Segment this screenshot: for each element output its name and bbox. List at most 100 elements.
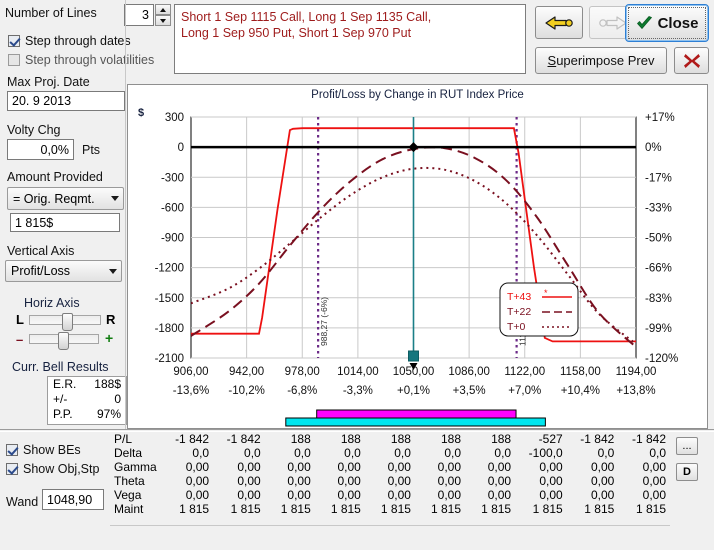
step-through-dates-checkbox[interactable]: Step through dates: [8, 34, 131, 48]
position-line-1: Short 1 Sep 1115 Call, Long 1 Sep 1135 C…: [181, 10, 432, 24]
show-bes-checkbox[interactable]: Show BEs: [6, 443, 81, 457]
amount-provided-value: = Orig. Reqmt.: [13, 191, 95, 206]
greeks-cell: 0,00: [642, 474, 666, 488]
table-row: Gamma 0,00 0,00 0,00 0,00 0,00 0,00 0,00 0,00 0,0…: [110, 460, 670, 474]
zoom-slider[interactable]: [29, 332, 99, 350]
greeks-cell: 1 815: [481, 502, 512, 516]
greeks-divider: [0, 429, 714, 430]
greeks-cell: 0,00: [437, 474, 462, 488]
detail-label: D: [683, 466, 691, 478]
y-axis-tick-label: -300: [161, 172, 184, 184]
y2-axis-tick-label: 0%: [645, 142, 662, 154]
horiz-axis-slider[interactable]: [29, 313, 101, 331]
greeks-cell: 0,0: [597, 446, 615, 460]
y-axis-tick-label: -2100: [155, 353, 184, 365]
greeks-cell: 0,00: [337, 460, 361, 474]
number-of-lines-label: Number of Lines: [5, 6, 97, 20]
objective-stop-bars: [285, 409, 546, 427]
bell-result-value: 188$: [94, 377, 121, 391]
x-axis-pct-label: +7,0%: [508, 385, 541, 397]
max-proj-date-input[interactable]: 20. 9 2013: [7, 91, 125, 111]
greeks-cell: 0,0: [294, 446, 311, 460]
greeks-cell: -1 842: [631, 432, 666, 446]
x-axis-tick-label: 1122,00: [504, 366, 545, 378]
cancel-button[interactable]: [674, 47, 709, 74]
greeks-row-label: Maint: [114, 502, 144, 516]
zoom-in-label[interactable]: +: [105, 330, 113, 346]
table-row: Maint 1 815 1 815 1 815 1 815 1 815 1 815 1 815…: [110, 502, 670, 516]
spinner-up-button[interactable]: [155, 4, 171, 15]
checkbox-box: [6, 463, 18, 475]
slider-thumb[interactable]: [58, 332, 69, 350]
zoom-out-label[interactable]: –: [16, 332, 23, 347]
wand-input[interactable]: 1048,90: [42, 489, 104, 510]
bell-result-value: 97%: [96, 407, 121, 421]
table-row: Delta 0,0 0,0 0,0 0,0 0,0 0,0 0,0 -100,0 0,0 0,0: [110, 446, 670, 460]
chart-title: Profit/Loss by Change in RUT Index Price: [311, 89, 524, 101]
greeks-cell: 188: [390, 432, 411, 446]
greeks-cell: 1 815: [532, 502, 563, 516]
x-mark-icon: [683, 53, 700, 68]
spinner-down-button[interactable]: [155, 15, 171, 26]
close-button-label: Close: [657, 14, 699, 32]
slider-thumb[interactable]: [62, 313, 73, 331]
legend-label-Tplus22: T+22: [507, 306, 531, 318]
greeks-row-label: Delta: [114, 446, 143, 460]
check-icon: [636, 15, 652, 29]
y2-axis-tick-label: -50%: [645, 233, 672, 245]
amount-value-input[interactable]: 1 815$: [10, 213, 120, 232]
superimpose-prev-button[interactable]: Superimpose Prev: [535, 47, 667, 74]
y-axis-tick-label: -1500: [155, 293, 184, 305]
step-through-volatilities-checkbox[interactable]: Step through volatilities: [8, 53, 154, 67]
number-of-lines-spinner[interactable]: [155, 4, 171, 26]
x-axis-pct-label: +13,8%: [616, 385, 655, 397]
step-through-dates-label: Step through dates: [25, 34, 131, 48]
greeks-cell: 0,00: [287, 474, 311, 488]
more-options-button[interactable]: ...: [676, 437, 698, 455]
y-axis-tick-label: -600: [161, 202, 184, 214]
legend-label-Tplus0: T+0: [507, 321, 526, 333]
checkbox-box: [6, 444, 18, 456]
vertical-axis-select[interactable]: Profit/Loss: [5, 260, 122, 282]
greeks-row-label: Theta: [114, 474, 145, 488]
volty-chg-label: Volty Chg: [7, 123, 61, 137]
x-axis-pct-label: +3,5%: [453, 385, 486, 397]
x-axis-tick-label: 1158,00: [560, 366, 601, 378]
x-axis-pct-label: +10,4%: [561, 385, 600, 397]
greeks-cell: 1 815: [280, 502, 311, 516]
volty-chg-input[interactable]: 0,0%: [7, 139, 74, 160]
y2-axis-tick-label: -17%: [645, 172, 672, 184]
detail-button[interactable]: D: [676, 463, 698, 481]
greeks-cell: 0,00: [487, 460, 512, 474]
greeks-cell: 188: [340, 432, 361, 446]
close-button[interactable]: Close: [625, 4, 709, 42]
max-proj-date-label: Max Proj. Date: [7, 75, 90, 89]
chart-legend: T+43 * T+22 T+0: [499, 282, 579, 337]
show-objstp-label: Show Obj,Stp: [23, 462, 100, 476]
greeks-cell: -1 842: [175, 432, 210, 446]
number-of-lines-input[interactable]: 3: [124, 4, 154, 26]
y2-axis-tick-label: -99%: [645, 323, 672, 335]
show-objstp-checkbox[interactable]: Show Obj,Stp: [6, 462, 99, 476]
greeks-row-label: Gamma: [114, 460, 157, 474]
profit-loss-chart[interactable]: Profit/Loss by Change in RUT Index Price…: [127, 84, 708, 429]
x-axis-pct-label: -3,3%: [343, 385, 373, 397]
greeks-cell: 0,00: [437, 488, 462, 502]
checkbox-box: [8, 54, 20, 66]
y-axis-tick-label: -1200: [155, 263, 184, 275]
bell-results-title: Curr. Bell Results: [12, 360, 109, 374]
greeks-cell: 0,00: [539, 474, 563, 488]
bell-result-label: P.P.: [53, 407, 73, 421]
greeks-cell: 1 815: [635, 502, 666, 516]
y-axis-tick-label: -1800: [155, 323, 184, 335]
back-button[interactable]: [535, 6, 583, 39]
horiz-axis-left-label: L: [16, 312, 24, 327]
position-line-2: Long 1 Sep 950 Put, Short 1 Sep 970 Put: [181, 26, 412, 40]
cursor-handle: [408, 350, 419, 362]
position-description-box[interactable]: Short 1 Sep 1115 Call, Long 1 Sep 1135 C…: [174, 4, 526, 74]
greeks-cell: 0,00: [590, 474, 615, 488]
y-axis-tick-label: -900: [161, 233, 184, 245]
greeks-cell: 0,00: [337, 488, 361, 502]
amount-provided-select[interactable]: = Orig. Reqmt.: [7, 187, 124, 210]
y2-axis-tick-label: +17%: [645, 112, 675, 124]
